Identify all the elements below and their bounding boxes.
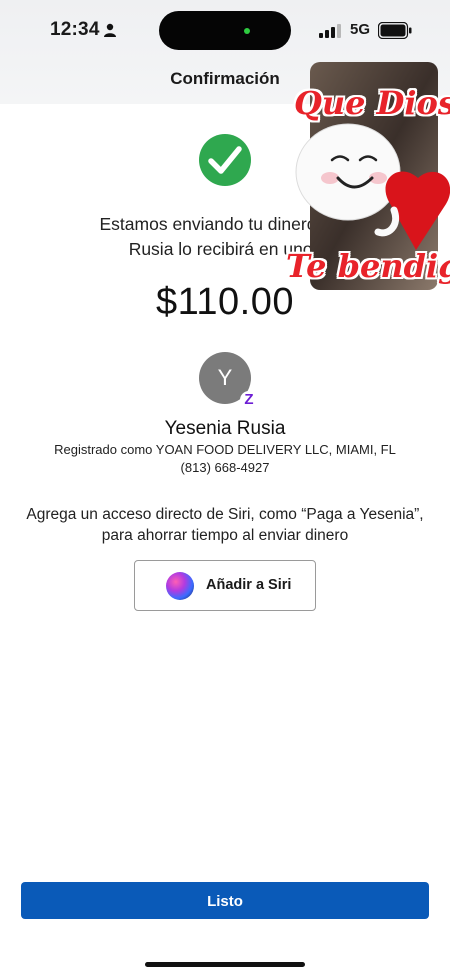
success-checkmark [199, 134, 251, 186]
siri-prompt-line2: para ahorrar tiempo al enviar dinero [101, 527, 349, 544]
recipient-registration: Registrado como YOAN FOOD DELIVERY LLC, … [54, 442, 396, 457]
sticker-text-top: Que Dios [294, 84, 450, 122]
done-button[interactable]: Listo [21, 882, 429, 919]
battery-icon [378, 22, 412, 39]
siri-icon [166, 572, 194, 600]
checkmark-icon [208, 146, 242, 174]
signal-bars-icon [319, 24, 341, 38]
home-indicator[interactable] [145, 962, 305, 967]
network-type: 5G [350, 21, 371, 38]
add-to-siri-button[interactable]: Añadir a Siri [134, 560, 316, 611]
camera-indicator [244, 28, 250, 34]
sticker-text-bottom: Te bendig [286, 247, 450, 285]
recipient-phone: (813) 668-4927 [180, 460, 270, 475]
siri-prompt-line1: Agrega un acceso directo de Siri, como “… [26, 506, 424, 523]
add-to-siri-label: Añadir a Siri [206, 577, 292, 593]
recipient-name: Yesenia Rusia [164, 418, 286, 439]
dynamic-island [159, 11, 291, 50]
status-time: 12:34 [50, 19, 100, 40]
zelle-badge-icon: Z [240, 391, 258, 409]
person-icon [104, 23, 116, 37]
